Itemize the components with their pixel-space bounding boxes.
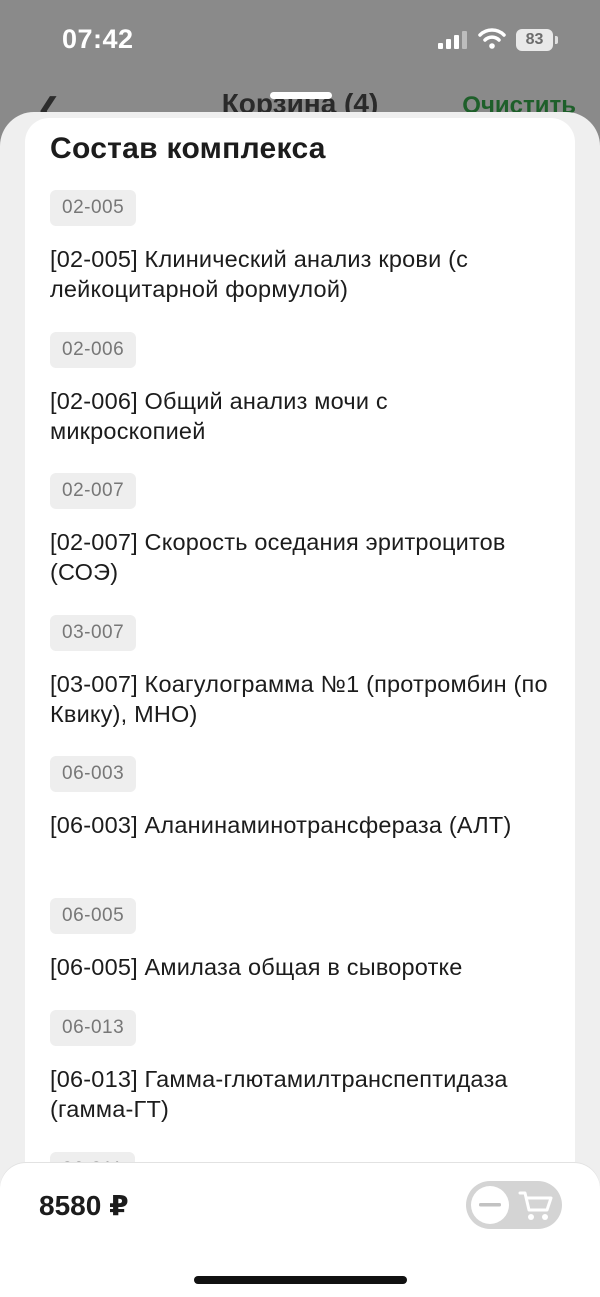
battery-tip <box>555 36 558 44</box>
test-code-badge: 02-006 <box>50 332 137 368</box>
test-code-badge: 02-005 <box>50 190 137 226</box>
composition-title: Состав комплекса <box>50 132 326 165</box>
list-item: 06-013 [06-013] Гамма-глютамилтранспепти… <box>50 1010 550 1124</box>
list-item: 06-003 [06-003] Аланинаминотрансфераза (… <box>50 756 550 840</box>
test-name: [02-006] Общий анализ мочи с микроскопие… <box>50 388 388 444</box>
test-code-badge: 06-005 <box>50 898 137 934</box>
list-item: 03-007 [03-007] Коагулограмма №1 (протро… <box>50 615 550 729</box>
cart-icon <box>518 1191 553 1220</box>
wifi-icon <box>478 28 506 49</box>
cart-toggle[interactable] <box>466 1181 562 1229</box>
test-code-badge: 02-007 <box>50 473 137 509</box>
home-indicator[interactable] <box>194 1276 407 1284</box>
list-item: 02-006 [02-006] Общий анализ мочи с микр… <box>50 332 550 446</box>
signal-icon <box>438 31 467 49</box>
list-item: 06-005 [06-005] Амилаза общая в сыворотк… <box>50 898 550 982</box>
test-name: [06-005] Амилаза общая в сыворотке <box>50 954 463 980</box>
test-code-badge: 03-007 <box>50 615 137 651</box>
status-bar: 07:42 83 <box>0 0 600 80</box>
checkout-bar: 8580 ₽ <box>0 1163 600 1297</box>
battery-icon: 83 <box>516 29 553 51</box>
battery-level: 83 <box>525 31 544 48</box>
cart-total: 8580 ₽ <box>39 1190 129 1221</box>
sheet-grabber[interactable] <box>270 92 332 99</box>
test-name: [06-003] Аланинаминотрансфераза (АЛТ) <box>50 812 512 838</box>
list-item: 02-005 [02-005] Клинический анализ крови… <box>50 190 550 304</box>
status-time: 07:42 <box>62 24 134 54</box>
test-name: [03-007] Коагулограмма №1 (протромбин (п… <box>50 671 548 727</box>
list-item: 02-007 [02-007] Скорость оседания эритро… <box>50 473 550 587</box>
test-name: [02-005] Клинический анализ крови (с лей… <box>50 246 469 302</box>
composition-card: Состав комплекса 02-005 [02-005] Клиниче… <box>25 118 575 1297</box>
test-code-badge: 06-003 <box>50 756 137 792</box>
test-name: [06-013] Гамма-глютамилтранспептидаза (г… <box>50 1066 508 1122</box>
test-code-badge: 06-013 <box>50 1010 137 1046</box>
minus-icon[interactable] <box>471 1186 509 1224</box>
test-name: [02-007] Скорость оседания эритроцитов (… <box>50 529 506 585</box>
